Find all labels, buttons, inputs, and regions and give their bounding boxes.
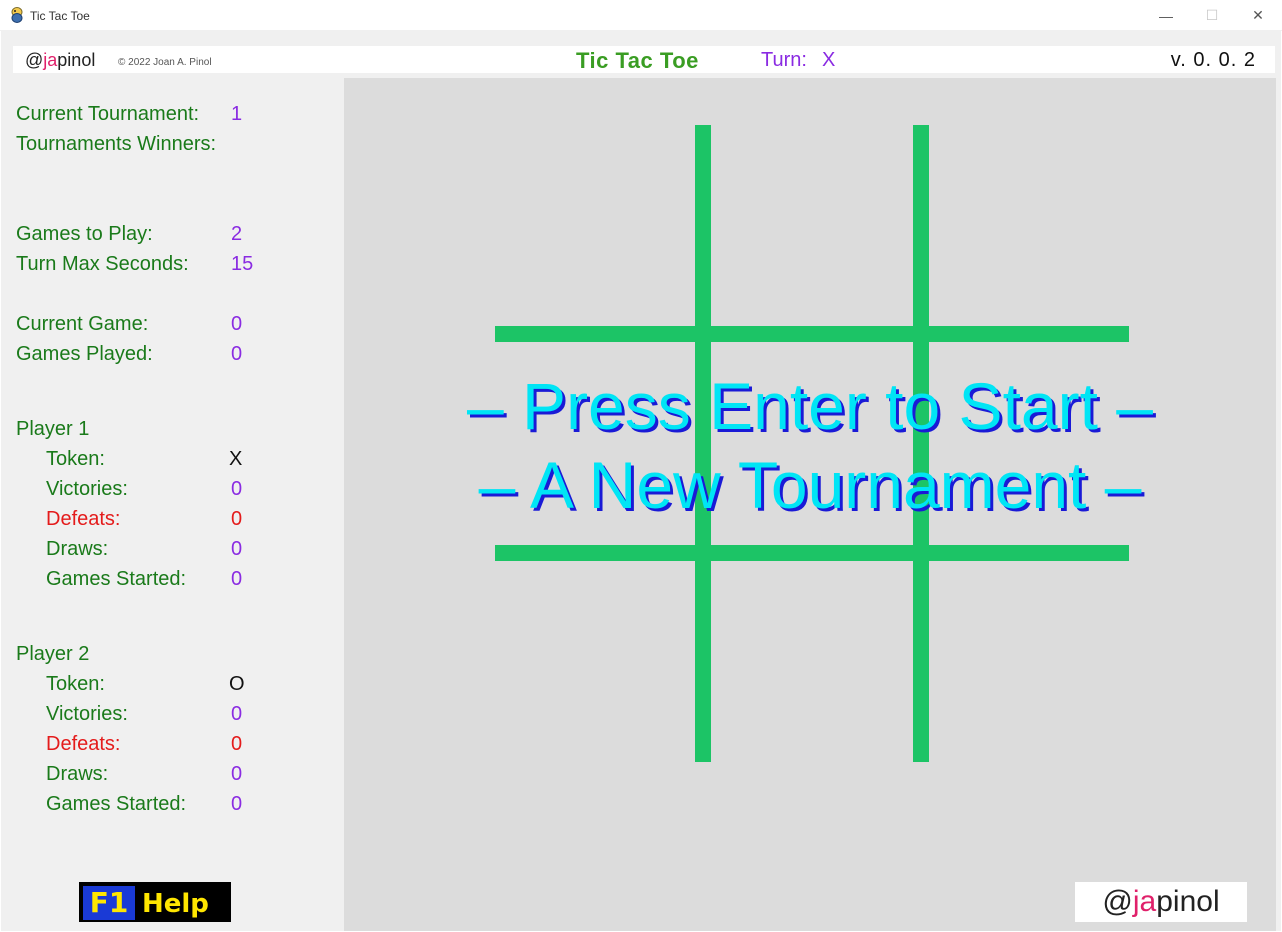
player2-token-value: O [229, 673, 245, 695]
games-played-label: Games Played: [16, 343, 153, 365]
player2-draws-value: 0 [231, 763, 243, 785]
player2-victories-value: 0 [231, 703, 243, 725]
player2-title: Player 2 [16, 643, 90, 665]
player1-token-value: X [229, 448, 243, 470]
current-tournament-value: 1 [231, 103, 243, 125]
footer-brand-highlight: ja [1132, 885, 1157, 918]
copyright-text: © 2022 Joan A. Pinol [118, 57, 212, 68]
player1-games-started-value: 0 [231, 568, 243, 590]
games-to-play-value: 2 [231, 223, 243, 245]
brand-logo-small: @japinol [25, 50, 95, 71]
player2-token-label: Token: [46, 673, 105, 695]
player2-draws-label: Draws: [46, 763, 109, 785]
game-window: @japinol © 2022 Joan A. Pinol Tic Tac To… [1, 31, 1281, 931]
current-game-value: 0 [231, 313, 243, 335]
current-tournament-label: Current Tournament: [16, 103, 200, 125]
player1-victories-label: Victories: [46, 478, 128, 500]
start-prompt-line2: – A New Tournament – [478, 448, 1142, 522]
player2-games-started-value: 0 [231, 793, 243, 815]
current-game-label: Current Game: [16, 313, 149, 335]
start-prompt-line1: – Press Enter to Start – [467, 369, 1153, 443]
help-label: Help [142, 889, 209, 919]
player2-games-started-label: Games Started: [46, 793, 187, 815]
brand-suffix: pinol [57, 50, 96, 70]
snake-icon [11, 7, 23, 23]
turn-max-seconds-label: Turn Max Seconds: [16, 253, 189, 275]
footer-brand-prefix: @ [1102, 885, 1133, 918]
footer-brand-suffix: pinol [1156, 885, 1220, 918]
turn-label: Turn: [761, 49, 807, 71]
minimize-button[interactable]: — [1143, 0, 1189, 31]
player1-defeats-value: 0 [231, 508, 243, 530]
turn-max-seconds-value: 15 [231, 253, 254, 275]
player1-victories-value: 0 [231, 478, 243, 500]
tournament-winners-label: Tournaments Winners: [16, 133, 217, 155]
close-button[interactable]: ✕ [1235, 0, 1281, 31]
grid-line-horizontal-bottom [495, 545, 1129, 561]
player1-token-label: Token: [46, 448, 105, 470]
player1-draws-label: Draws: [46, 538, 109, 560]
help-button[interactable]: F1 Help [79, 882, 231, 922]
games-to-play-label: Games to Play: [16, 223, 153, 245]
maximize-button[interactable]: ☐ [1189, 0, 1235, 31]
player1-title: Player 1 [16, 418, 90, 440]
player1-games-started-label: Games Started: [46, 568, 187, 590]
header-bar: @japinol © 2022 Joan A. Pinol Tic Tac To… [13, 46, 1275, 73]
player2-defeats-label: Defeats: [46, 733, 121, 755]
game-board[interactable]: – Press Enter to Start – – A New Tournam… [344, 78, 1276, 931]
brand-logo-large: @japinol [1075, 882, 1247, 922]
player2-defeats-value: 0 [231, 733, 243, 755]
grid-line-horizontal-top [495, 326, 1129, 342]
turn-value: X [822, 49, 836, 71]
version-text: v. 0. 0. 2 [1170, 49, 1256, 71]
brand-highlight: ja [43, 50, 58, 70]
help-key: F1 [83, 886, 135, 920]
games-played-value: 0 [231, 343, 243, 365]
brand-prefix: @ [25, 50, 44, 70]
game-title: Tic Tac Toe [576, 48, 699, 73]
window-titlebar: Tic Tac Toe — ☐ ✕ [0, 0, 1282, 31]
window-title: Tic Tac Toe [30, 9, 90, 23]
player2-victories-label: Victories: [46, 703, 128, 725]
player1-draws-value: 0 [231, 538, 243, 560]
player1-defeats-label: Defeats: [46, 508, 121, 530]
